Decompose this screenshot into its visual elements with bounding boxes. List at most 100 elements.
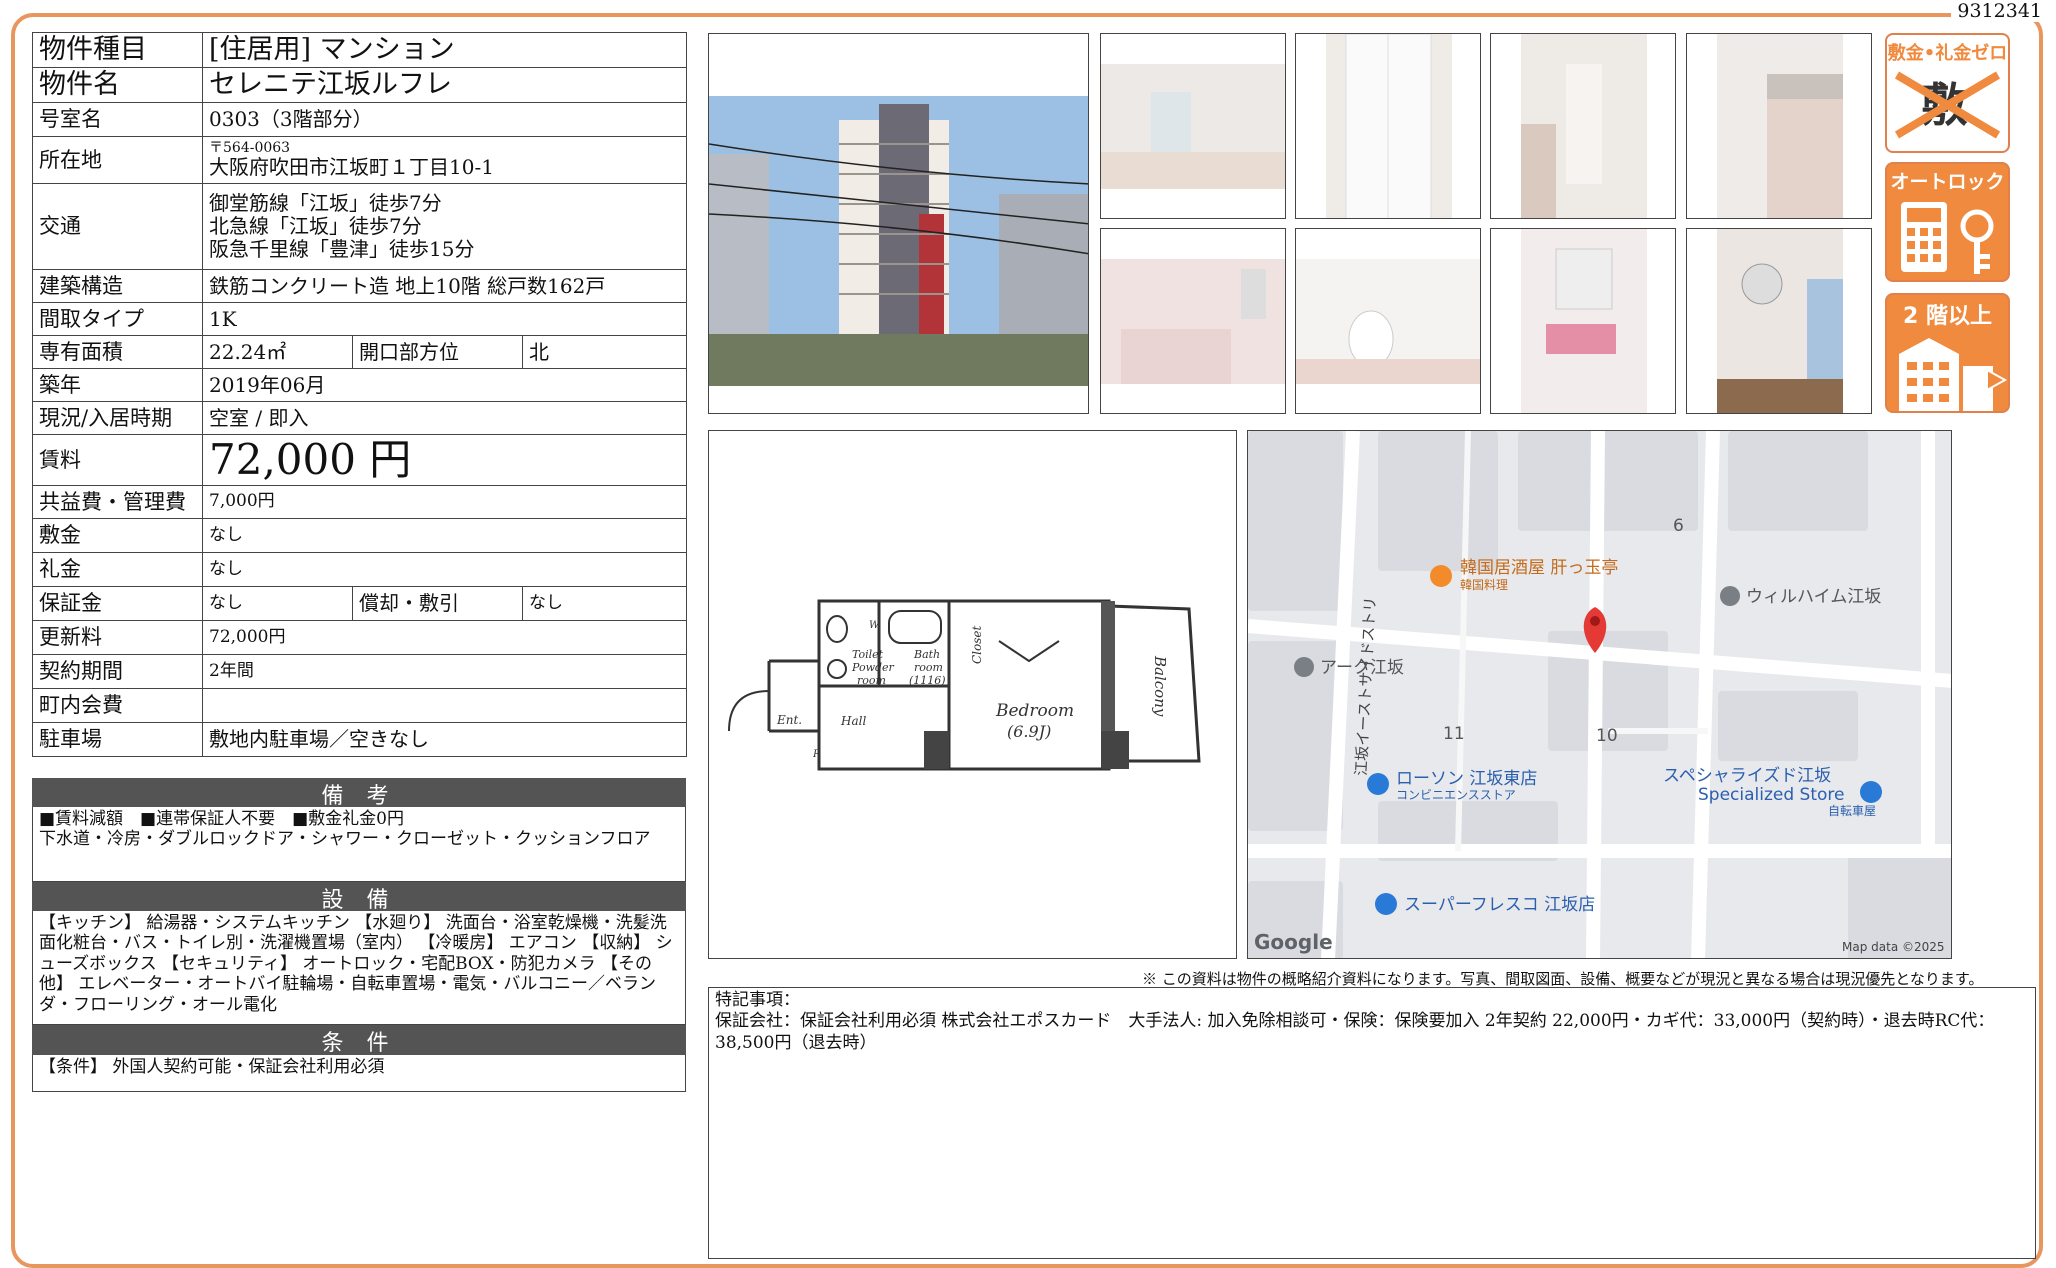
interior-photo-closet[interactable] [1295,33,1481,219]
autolock-badge: オートロック [1885,162,2010,282]
deposit-value: なし [202,518,687,553]
plan-label-w: W [869,620,880,631]
plan-label-powder: Powder [851,661,895,674]
plan-label-hall: Hall [840,714,866,728]
cross-icon [1894,71,2001,139]
parking-label: 駐車場 [32,722,203,757]
town-fee-value [202,688,687,723]
layout-value: 1K [202,302,687,336]
fee-label: 共益費・管理費 [32,485,203,519]
interior-photo-balcony[interactable] [1686,228,1872,414]
status-label: 現況/入居時期 [32,401,203,435]
map-block-11: 11 [1443,724,1465,744]
map-poi-specialized-en: Specialized Store [1698,785,1844,805]
map-poi-fresco: スーパーフレスコ 江坂店 [1404,895,1595,915]
floor-plan[interactable]: Toilet Powder room Bath room (1116) Clos… [708,430,1237,959]
status-value: 空室 / 即入 [202,401,687,435]
exterior-photo[interactable] [708,33,1089,414]
amort-value: なし [522,586,687,621]
supermarket-icon [1375,893,1397,915]
postal-code: 〒564-0063 [209,139,291,156]
location-map[interactable]: 江坂イーストサイドストリ 6 11 10 韓国居酒屋 肝っ玉亭 韓国料理 ウィル… [1247,430,1952,959]
no-deposit-title: 敷金•礼金ゼロ [1887,43,2008,64]
remarks-line: 下水道・冷房・ダブルロックドア・シャワー・クローゼット・クッションフロア [39,829,651,850]
deposit-label: 敷金 [32,518,203,553]
map-copyright: Map data ©2025 [1842,940,1945,954]
convenience-store-icon [1367,773,1389,795]
second-floor-title: 2 階以上 [1903,304,1992,329]
plan-label-closet: Closet [970,625,984,664]
interior-photo-toilet[interactable] [1295,228,1481,414]
fee-value: 7,000円 [202,485,687,519]
type-value: [住居用] マンション [202,32,687,68]
address-value: 大阪府吹田市江坂町１丁目10-1 [209,155,494,180]
plan-label-bath-size: (1116) [909,674,946,687]
conditions-body: 【条件】 外国人契約可能・保証会社利用必須 [32,1055,686,1092]
renewal-value: 72,000円 [202,620,687,655]
exterior-photo-image [709,96,1088,386]
equipment-body: 【キッチン】 給湯器・システムキッチン 【水廻り】 洗面台・浴室乾燥機・洗髪洗面… [32,911,686,1025]
transport-line: 北急線「江坂」徒歩7分 [209,214,422,238]
structure-label: 建築構造 [32,269,203,303]
map-poi-korean-sub: 韓国料理 [1460,578,1508,592]
layout-label: 間取タイプ [32,302,203,336]
address-label: 所在地 [32,136,203,184]
transport-label: 交通 [32,183,203,270]
rent-value: 72,000 円 [202,434,687,486]
special-notes: 特記事項： 保証会社：保証会社利用必須 株式会社エポスカード 大手法人: 加入免… [708,987,2036,1259]
floor-plan-drawing: Toilet Powder room Bath room (1116) Clos… [728,599,1201,771]
map-poi-wilheim: ウィルハイム江坂 [1746,587,1881,607]
plan-label-entrance: Ent. [776,713,802,727]
map-poi-korean: 韓国居酒屋 肝っ玉亭 [1460,558,1618,578]
map-canvas: 江坂イーストサイドストリ 6 11 10 韓国居酒屋 肝っ玉亭 韓国料理 ウィル… [1248,431,1951,958]
map-poi-specialized: スペシャライズド江坂 [1663,766,1831,786]
conditions-heading: 条 件 [32,1025,686,1056]
area-label: 専有面積 [32,335,203,369]
autolock-title: オートロック [1890,171,2005,193]
place-icon [1294,657,1314,677]
plan-label-r: R [812,749,821,760]
interior-photo-kitchen[interactable] [1686,33,1872,219]
renewal-label: 更新料 [32,620,203,655]
map-block-10: 10 [1596,726,1618,746]
transport-line: 阪急千里線「豊津」徒歩15分 [209,237,475,261]
transport-line: 御堂筋線「江坂」徒歩7分 [209,191,442,215]
name-value: セレニテ江坂ルフレ [202,67,687,103]
google-logo: Google [1254,930,1333,954]
rent-label: 賃料 [32,434,203,486]
building-icon [1899,338,2008,411]
interior-photo-washbasin[interactable] [1490,228,1676,414]
direction-value: 北 [522,335,687,369]
room-label: 号室名 [32,102,203,137]
built-label: 築年 [32,368,203,402]
structure-value: 鉄筋コンクリート造 地上10階 総戸数162戸 [202,269,687,303]
plan-label-bedroom: Bedroom [995,701,1074,721]
remarks-line: ■賃料減額 ■連帯保証人不要 ■敷金礼金0円 [39,809,405,829]
no-deposit-badge: 敷金•礼金ゼロ 敷 礼 [1885,33,2010,153]
document-id: 9312341 [1951,0,2048,22]
key-money-label: 礼金 [32,552,203,587]
area-value: 22.24㎡ [202,335,353,369]
plan-label-balcony: Balcony [1151,655,1169,717]
remarks-body: ■賃料減額 ■連帯保証人不要 ■敷金礼金0円 下水道・冷房・ダブルロックドア・シ… [32,807,686,882]
interior-photo-room[interactable] [1100,33,1286,219]
key-money-value: なし [202,552,687,587]
guarantee-value: なし [202,586,353,621]
plan-label-bath: Bath [913,648,940,661]
property-info-table: 物件種目 [住居用] マンション 物件名 セレニテ江坂ルフレ 号室名 0303（3階部… [32,32,687,757]
parking-value: 敷地内駐車場／空きなし [202,722,687,757]
remarks-heading: 備 考 [32,778,686,809]
plan-label-room: room [857,674,886,687]
special-notes-title: 特記事項： [715,990,800,1010]
restaurant-icon [1430,565,1452,587]
interior-photo-bathroom[interactable] [1100,228,1286,414]
name-label: 物件名 [32,67,203,103]
location-pin-dot [1590,616,1600,626]
plan-label-bath-room: room [914,661,943,674]
place-icon [1720,586,1740,606]
interior-photo-kitchen-hall[interactable] [1490,33,1676,219]
second-floor-badge: 2 階以上 [1885,293,2010,413]
contract-value: 2年間 [202,654,687,689]
plan-label-toilet: Toilet [852,648,884,661]
contract-label: 契約期間 [32,654,203,689]
